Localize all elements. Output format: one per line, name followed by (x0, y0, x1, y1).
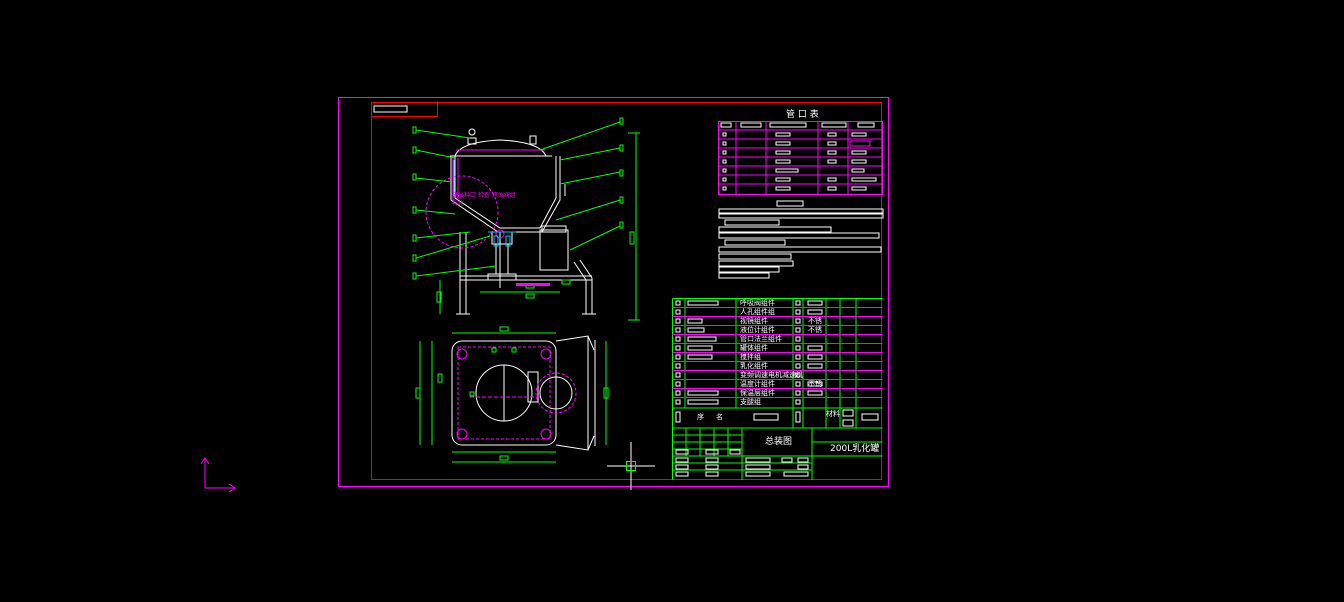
parts-list-item-name: 变频调速电机减速机 (740, 371, 803, 379)
parts-list-item-name: 保温层组件 (740, 389, 775, 397)
nozzle-table (718, 121, 883, 195)
cursor-crosshair (607, 442, 655, 490)
parts-list-item-name: 液位计组件 (740, 326, 775, 334)
product-name: 200L乳化罐 (830, 444, 880, 454)
parts-list-item-name: 乳化组件 (740, 362, 768, 370)
parts-list-item-name: 罐体组件 (740, 344, 768, 352)
parts-header-material: 材料 (826, 410, 840, 418)
mixer-annotation-2: 乳化 (452, 199, 464, 207)
sheet-title: 总装图 (765, 437, 793, 447)
top-view-dims (415, 326, 609, 463)
top-view-magenta (456, 346, 577, 440)
parts-list-item-name: 温度计组件 (740, 380, 775, 388)
parts-list-item-name: 视镜组件 (740, 317, 768, 325)
top-view (451, 335, 596, 451)
parts-header-left: 序 (697, 413, 704, 421)
technical-requirements (718, 200, 884, 279)
insulation-layer (425, 149, 545, 249)
parts-header-mid: 名 (716, 413, 723, 421)
parts-list-item-material: 不锈 (808, 326, 822, 334)
parts-list-item-name: 管口法兰组件 (740, 335, 782, 343)
mixer-annotation: 进出料口 检查 开关阀组 (452, 191, 516, 199)
parts-list-item-material: 不锈 (808, 380, 822, 388)
parts-list-item-name: 呼吸阀组件 (740, 299, 775, 307)
parts-list-item-name: 搅拌组 (740, 353, 761, 361)
magenta-marks-front (516, 283, 550, 286)
drawing-code-box (371, 102, 438, 117)
parts-list-item-name: 人孔组件组 (740, 308, 775, 316)
drawing-frame (371, 102, 882, 480)
parts-list-item-material: 不锈 (808, 317, 822, 325)
drawing-code-field (373, 105, 408, 113)
ucs-axis-icon (200, 457, 236, 493)
parts-list-rows (672, 307, 883, 398)
nozzle-table-title: 管 口 表 (786, 110, 819, 120)
cad-drawing-canvas[interactable]: 进出料口 检查 开关阀组 乳化 (0, 0, 1344, 602)
parts-list-item-name: 支腿组 (740, 398, 761, 406)
leader-lines (412, 117, 640, 321)
